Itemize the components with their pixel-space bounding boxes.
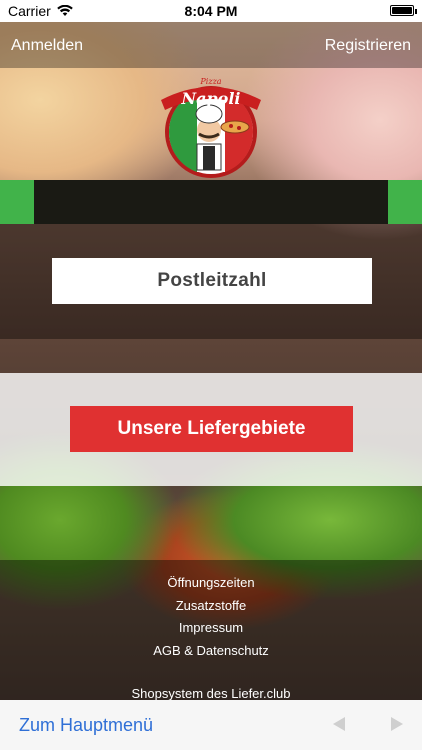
footer-link-terms-privacy[interactable]: AGB & Datenschutz [0,640,422,663]
delivery-areas-button[interactable]: Unsere Liefergebiete [70,406,353,452]
main-menu-button[interactable]: Zum Hauptmenü [19,715,153,736]
register-link[interactable]: Registrieren [325,37,411,55]
footer-link-additives[interactable]: Zusatzstoffe [0,595,422,618]
status-bar: Carrier 8:04 PM [0,0,422,22]
logo-tagline: Pizza [199,77,221,86]
brand-bar-right-accent [388,180,422,224]
logo-wordmark: Napoli [180,89,240,108]
footer-links: Öffnungszeiten Zusatzstoffe Impressum AG… [0,572,422,662]
forward-arrow-icon[interactable] [391,717,403,731]
brand-bar [0,180,422,224]
login-link[interactable]: Anmelden [11,37,83,55]
brand-bar-left-accent [0,180,34,224]
footer-link-opening-hours[interactable]: Öffnungszeiten [0,572,422,595]
back-arrow-icon[interactable] [333,717,345,731]
footer-link-imprint[interactable]: Impressum [0,617,422,640]
battery-icon [390,5,417,16]
bottom-toolbar: Zum Hauptmenü [0,700,422,750]
pizza-napoli-logo: Napoli Pizza [161,77,261,178]
clock: 8:04 PM [184,3,238,19]
shopsystem-link[interactable]: Shopsystem des Liefer.club [0,686,422,701]
postcode-input[interactable]: Postleitzahl [52,258,372,304]
